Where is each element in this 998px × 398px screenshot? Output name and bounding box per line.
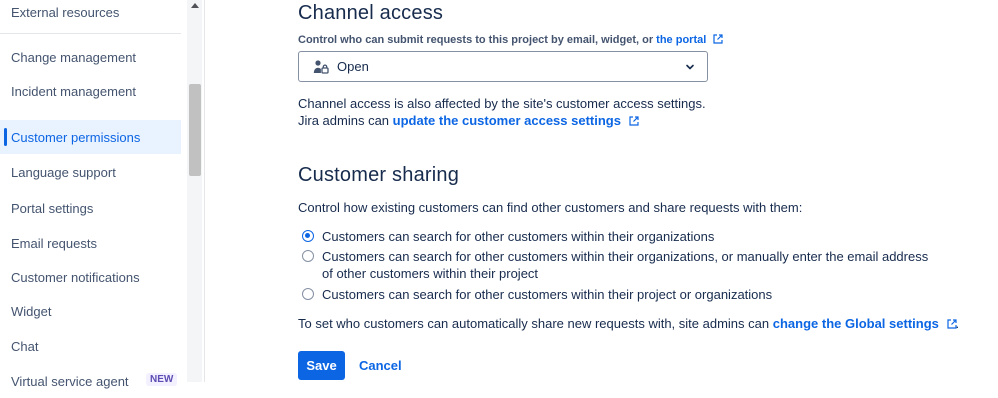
select-value: Open [337, 59, 369, 74]
save-button[interactable]: Save [298, 351, 345, 380]
radio-label: Customers can search for other customers… [322, 229, 715, 244]
external-link-icon [946, 317, 957, 329]
external-link-icon [629, 114, 639, 126]
sidebar-item-virtual-service-agent[interactable]: Virtual service agent NEW [0, 364, 181, 398]
sidebar-item-language-support[interactable]: Language support [0, 155, 181, 189]
global-settings-suffix: . [955, 316, 960, 331]
sidebar-item-incident-management[interactable]: Incident management [0, 74, 181, 108]
customer-sharing-description: Control how existing customers can find … [298, 200, 803, 215]
control-label-text: Control who can submit requests to this … [298, 34, 654, 46]
sidebar-item-label: Customer permissions [11, 129, 141, 145]
change-global-settings-link[interactable]: change the Global settings [773, 316, 939, 331]
sidebar-item-label: Incident management [11, 83, 137, 99]
main-content: Channel access Control who can submit re… [205, 0, 998, 382]
portal-link[interactable]: the portal [656, 34, 706, 46]
sidebar-item-label: Email requests [11, 235, 97, 251]
global-settings-prefix: To set who customers can automatically s… [298, 316, 770, 331]
sidebar-item-widget[interactable]: Widget [0, 294, 181, 328]
new-badge: NEW [146, 373, 178, 386]
sidebar-item-customer-notifications[interactable]: Customer notifications [0, 260, 181, 294]
channel-access-admin-note: Jira admins can update the customer acce… [298, 113, 639, 128]
customer-sharing-heading: Customer sharing [298, 164, 460, 186]
sidebar-item-chat[interactable]: Chat [0, 329, 181, 363]
sidebar-item-label: Language support [11, 164, 116, 180]
scroll-up-arrow-icon[interactable] [191, 3, 199, 8]
sidebar-item-email-requests[interactable]: Email requests [0, 226, 181, 260]
sidebar-item-customer-permissions[interactable]: Customer permissions [0, 120, 181, 154]
cancel-button[interactable]: Cancel [355, 351, 406, 380]
update-customer-access-link[interactable]: update the customer access settings [393, 113, 621, 128]
sidebar-item-label: Widget [11, 303, 52, 319]
radio-label: Customers can search for other customers… [322, 249, 929, 281]
channel-access-control-label: Control who can submit requests to this … [298, 34, 723, 46]
channel-access-note: Channel access is also affected by the s… [298, 96, 706, 111]
radio-label: Customers can search for other customers… [322, 287, 773, 302]
sharing-option-organizations-or-email[interactable]: Customers can search for other customers… [302, 248, 937, 282]
sidebar-item-label: External resources [11, 4, 120, 20]
sidebar-scrollbar[interactable] [187, 0, 202, 382]
radio-button[interactable] [302, 250, 314, 262]
sidebar-divider [0, 33, 181, 34]
chevron-down-icon [684, 61, 696, 76]
person-lock-icon [313, 59, 329, 75]
sidebar-item-external-resources[interactable]: External resources [0, 0, 181, 29]
sidebar-item-label: Portal settings [11, 200, 94, 216]
sidebar-item-label: Virtual service agent [11, 373, 129, 389]
scrollbar-thumb[interactable] [189, 84, 201, 176]
sidebar-item-label: Chat [11, 338, 39, 354]
global-settings-note: To set who customers can automatically s… [298, 316, 959, 331]
sidebar-item-label: Customer notifications [11, 269, 140, 285]
admin-note-prefix: Jira admins can [298, 113, 390, 128]
sidebar-item-label: Change management [11, 49, 137, 65]
sidebar-item-change-management[interactable]: Change management [0, 40, 181, 74]
sharing-option-organizations[interactable]: Customers can search for other customers… [302, 228, 937, 245]
channel-access-select[interactable]: Open [298, 51, 708, 82]
sidebar: External resources Change management Inc… [0, 0, 205, 389]
channel-access-heading: Channel access [298, 2, 444, 24]
radio-button-checked[interactable] [302, 230, 314, 242]
external-link-icon [713, 34, 723, 44]
sharing-option-project-or-organizations[interactable]: Customers can search for other customers… [302, 286, 937, 303]
radio-button[interactable] [302, 288, 314, 300]
sidebar-item-portal-settings[interactable]: Portal settings [0, 191, 181, 225]
